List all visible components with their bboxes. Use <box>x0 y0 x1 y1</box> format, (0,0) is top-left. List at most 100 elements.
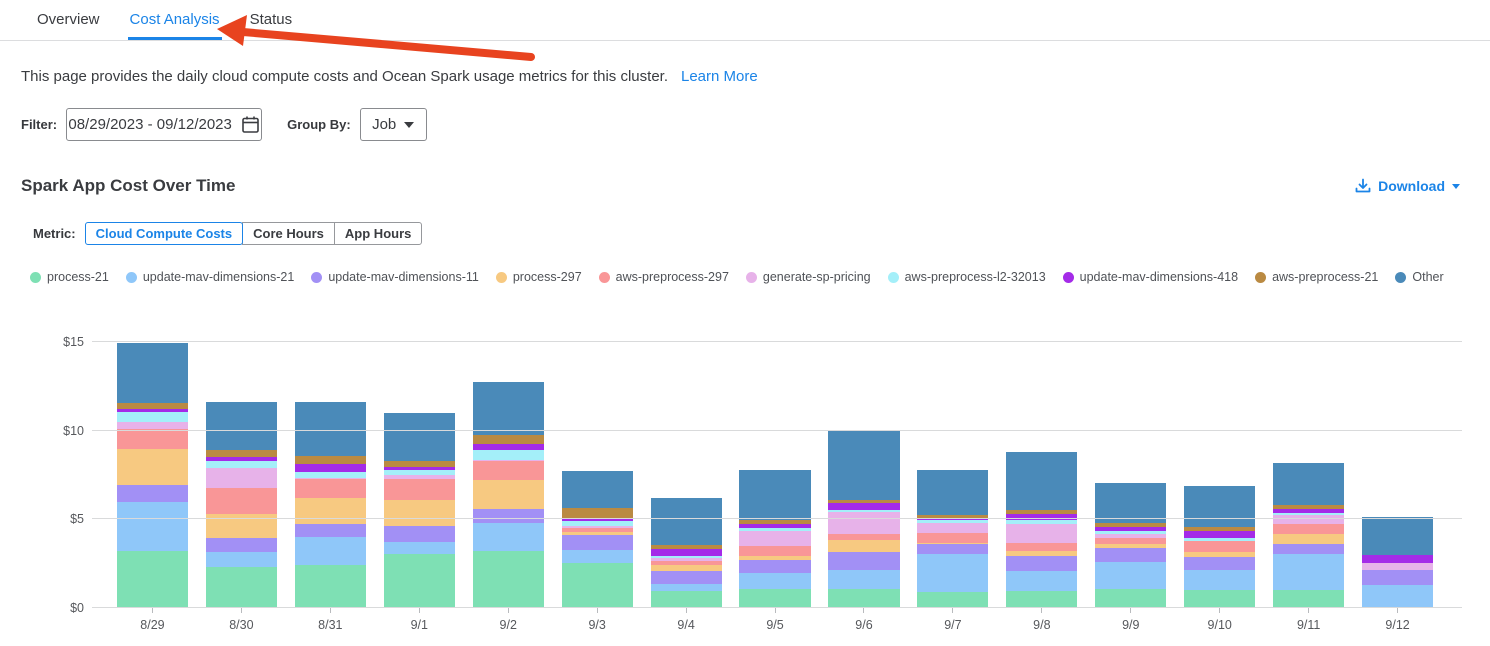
bar-segment[interactable] <box>917 533 988 543</box>
bar-segment[interactable] <box>1362 570 1433 585</box>
bar-segment[interactable] <box>1006 591 1077 608</box>
bar-segment[interactable] <box>1273 534 1344 543</box>
bar-segment[interactable] <box>1006 571 1077 591</box>
bar-segment[interactable] <box>295 479 366 498</box>
bar-segment[interactable] <box>384 413 455 461</box>
bar-segment[interactable] <box>1006 543 1077 551</box>
bar-segment[interactable] <box>206 450 277 458</box>
bar-segment[interactable] <box>828 503 899 510</box>
bar-segment[interactable] <box>206 468 277 488</box>
bar-segment[interactable] <box>295 537 366 565</box>
bar-segment[interactable] <box>1362 563 1433 571</box>
bar-segment[interactable] <box>562 550 633 563</box>
bar-segment[interactable] <box>828 589 899 608</box>
stacked-bar-9-12[interactable] <box>1362 342 1433 608</box>
bar-segment[interactable] <box>828 540 899 552</box>
bar-segment[interactable] <box>1273 524 1344 534</box>
bar-segment[interactable] <box>562 563 633 608</box>
bar-segment[interactable] <box>473 480 544 509</box>
bar-segment[interactable] <box>384 542 455 554</box>
stacked-bar-8-31[interactable] <box>295 342 366 608</box>
bar-segment[interactable] <box>739 531 810 546</box>
bar-segment[interactable] <box>473 382 544 435</box>
date-range-picker[interactable]: 08/29/2023 - 09/12/2023 <box>66 108 262 141</box>
bar-segment[interactable] <box>1184 557 1255 570</box>
bar-segment[interactable] <box>473 551 544 608</box>
bar-segment[interactable] <box>828 512 899 534</box>
bar-segment[interactable] <box>739 546 810 556</box>
bar-segment[interactable] <box>1184 570 1255 589</box>
stacked-bar-9-6[interactable] <box>828 342 899 608</box>
bar-segment[interactable] <box>562 535 633 551</box>
bar-segment[interactable] <box>384 479 455 500</box>
bar-segment[interactable] <box>206 461 277 469</box>
legend-item[interactable]: generate-sp-pricing <box>746 270 871 284</box>
legend-item[interactable]: process-21 <box>30 270 109 284</box>
bar-segment[interactable] <box>917 592 988 608</box>
download-button[interactable]: Download <box>1355 178 1460 194</box>
bar-segment[interactable] <box>739 470 810 520</box>
bar-segment[interactable] <box>473 450 544 460</box>
bar-segment[interactable] <box>651 549 722 556</box>
bar-segment[interactable] <box>828 431 899 500</box>
bar-segment[interactable] <box>1184 541 1255 552</box>
bar-segment[interactable] <box>384 500 455 526</box>
bar-segment[interactable] <box>651 591 722 608</box>
legend-item[interactable]: update-mav-dimensions-21 <box>126 270 294 284</box>
bar-segment[interactable] <box>206 567 277 608</box>
bar-segment[interactable] <box>1095 483 1166 523</box>
bar-segment[interactable] <box>295 498 366 523</box>
bar-segment[interactable] <box>1273 463 1344 505</box>
bar-segment[interactable] <box>1273 544 1344 555</box>
bar-segment[interactable] <box>206 488 277 514</box>
bar-segment[interactable] <box>295 456 366 463</box>
bar-segment[interactable] <box>117 429 188 448</box>
bar-segment[interactable] <box>384 526 455 542</box>
stacked-bar-9-5[interactable] <box>739 342 810 608</box>
legend-item[interactable]: update-mav-dimensions-11 <box>311 270 479 284</box>
bar-segment[interactable] <box>828 534 899 541</box>
bar-segment[interactable] <box>1006 556 1077 571</box>
bar-segment[interactable] <box>917 523 988 533</box>
bar-segment[interactable] <box>1095 562 1166 589</box>
legend-item[interactable]: process-297 <box>496 270 582 284</box>
bar-segment[interactable] <box>206 402 277 449</box>
stacked-bar-9-9[interactable] <box>1095 342 1166 608</box>
tab-status[interactable]: Status <box>248 11 295 40</box>
bar-segment[interactable] <box>295 464 366 472</box>
bar-segment[interactable] <box>295 565 366 608</box>
bar-segment[interactable] <box>739 573 810 589</box>
stacked-bar-9-3[interactable] <box>562 342 633 608</box>
bar-segment[interactable] <box>384 554 455 608</box>
bar-segment[interactable] <box>1273 554 1344 590</box>
bar-segment[interactable] <box>117 551 188 608</box>
tab-overview[interactable]: Overview <box>35 11 102 40</box>
bar-segment[interactable] <box>917 544 988 554</box>
bar-segment[interactable] <box>562 471 633 508</box>
bar-segment[interactable] <box>917 470 988 515</box>
tab-cost-analysis[interactable]: Cost Analysis <box>128 11 222 40</box>
stacked-bar-9-10[interactable] <box>1184 342 1255 608</box>
legend-item[interactable]: aws-preprocess-21 <box>1255 270 1378 284</box>
legend-item[interactable]: aws-preprocess-297 <box>599 270 729 284</box>
legend-item[interactable]: Other <box>1395 270 1443 284</box>
stacked-bar-8-30[interactable] <box>206 342 277 608</box>
bar-segment[interactable] <box>1006 452 1077 510</box>
bar-segment[interactable] <box>206 552 277 567</box>
bar-segment[interactable] <box>828 570 899 588</box>
stacked-bar-9-8[interactable] <box>1006 342 1077 608</box>
bar-segment[interactable] <box>562 508 633 519</box>
stacked-bar-9-1[interactable] <box>384 342 455 608</box>
bar-segment[interactable] <box>1006 524 1077 543</box>
bar-segment[interactable] <box>473 523 544 550</box>
bar-segment[interactable] <box>1362 555 1433 562</box>
bar-segment[interactable] <box>117 412 188 421</box>
bar-segment[interactable] <box>917 554 988 592</box>
legend-item[interactable]: aws-preprocess-l2-32013 <box>888 270 1046 284</box>
bar-segment[interactable] <box>206 538 277 551</box>
stacked-bar-9-4[interactable] <box>651 342 722 608</box>
bar-segment[interactable] <box>1095 589 1166 608</box>
bar-segment[interactable] <box>117 449 188 485</box>
bar-segment[interactable] <box>295 524 366 537</box>
bar-segment[interactable] <box>739 560 810 572</box>
